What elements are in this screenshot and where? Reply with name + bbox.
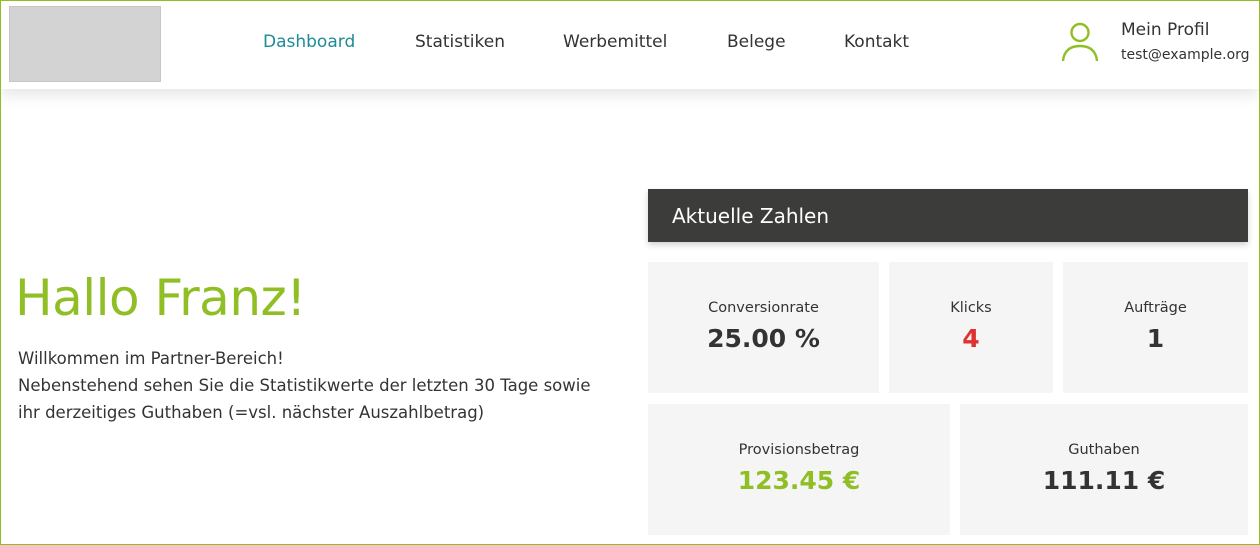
greeting-heading: Hallo Franz! — [15, 269, 306, 327]
stat-label: Guthaben — [1068, 442, 1140, 458]
nav-dashboard[interactable]: Dashboard — [263, 32, 355, 52]
stat-label: Aufträge — [1124, 300, 1187, 316]
logo-placeholder[interactable] — [9, 6, 161, 82]
stat-label: Provisionsbetrag — [738, 442, 860, 458]
profile-email: test@example.org — [1121, 47, 1250, 63]
welcome-line: Nebenstehend sehen Sie die Statistikwert… — [18, 376, 591, 395]
stats-panel-title: Aktuelle Zahlen — [648, 189, 1248, 242]
nav-belege[interactable]: Belege — [727, 32, 786, 52]
stat-value: 111.11 € — [1042, 466, 1166, 495]
stat-card-auftraege: Aufträge 1 — [1063, 262, 1248, 393]
stat-card-klicks: Klicks 4 — [889, 262, 1053, 393]
nav-statistiken[interactable]: Statistiken — [415, 32, 505, 52]
nav-kontakt[interactable]: Kontakt — [844, 32, 909, 52]
stat-value: 25.00 % — [707, 324, 820, 353]
top-header: Dashboard Statistiken Werbemittel Belege… — [1, 1, 1259, 89]
stat-card-conversionrate: Conversionrate 25.00 % — [648, 262, 879, 393]
stat-value: 1 — [1146, 324, 1165, 353]
profile-link[interactable]: Mein Profil — [1121, 20, 1209, 40]
page-frame: Dashboard Statistiken Werbemittel Belege… — [0, 0, 1260, 545]
stat-label: Conversionrate — [708, 300, 819, 316]
stat-card-provisionsbetrag: Provisionsbetrag 123.45 € — [648, 404, 950, 535]
welcome-line: ihr derzeitiges Guthaben (=vsl. nächster… — [18, 403, 485, 422]
stat-label: Klicks — [950, 300, 992, 316]
welcome-line: Willkommen im Partner-Bereich! — [18, 349, 284, 368]
welcome-text: Willkommen im Partner-Bereich! Nebensteh… — [18, 345, 618, 426]
stat-value: 4 — [962, 324, 980, 353]
nav-werbemittel[interactable]: Werbemittel — [563, 32, 667, 52]
stat-card-guthaben: Guthaben 111.11 € — [960, 404, 1248, 535]
stat-value: 123.45 € — [737, 466, 861, 495]
user-icon[interactable] — [1061, 22, 1099, 62]
